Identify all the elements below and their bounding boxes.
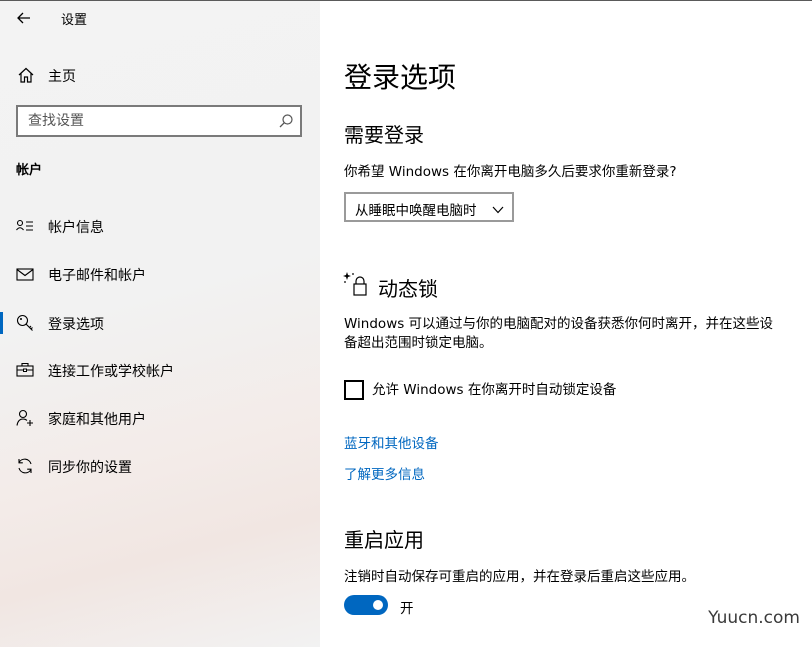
- sidebar-item-account-info[interactable]: 帐户信息: [0, 208, 320, 244]
- sidebar-home[interactable]: 主页: [0, 61, 320, 89]
- page-title: 登录选项: [344, 61, 457, 94]
- home-icon: [17, 66, 35, 88]
- restart-apps-heading: 重启应用: [344, 528, 424, 552]
- sidebar-item-label: 帐户信息: [48, 220, 104, 236]
- add-person-icon: [16, 409, 34, 427]
- sidebar-item-email-accounts[interactable]: 电子邮件和帐户: [0, 256, 320, 292]
- watermark: Yuucn.com: [708, 608, 800, 628]
- key-icon: [16, 314, 34, 332]
- account-info-icon: [16, 217, 34, 235]
- sidebar-item-family-users[interactable]: 家庭和其他用户: [0, 400, 320, 436]
- search-input[interactable]: [18, 107, 278, 135]
- sidebar-item-label: 家庭和其他用户: [48, 412, 146, 428]
- sidebar: 设置 主页 帐户 帐户信息: [0, 1, 320, 647]
- dynamic-lock-icon: [343, 271, 369, 301]
- toggle-knob: [373, 600, 383, 610]
- dynamic-lock-description-line2: 备超出范围时锁定电脑。: [344, 335, 493, 351]
- sidebar-item-label: 登录选项: [48, 317, 104, 333]
- require-signin-heading: 需要登录: [344, 123, 424, 147]
- app-title: 设置: [61, 13, 88, 28]
- sidebar-item-label: 连接工作或学校帐户: [48, 364, 174, 380]
- sidebar-item-label: 同步你的设置: [48, 460, 132, 476]
- dynamic-lock-checkbox[interactable]: [344, 380, 364, 400]
- chevron-down-icon: [492, 202, 504, 218]
- search-box[interactable]: [16, 105, 302, 137]
- sidebar-item-label: 电子邮件和帐户: [48, 268, 146, 284]
- selection-indicator: [0, 312, 3, 334]
- restart-apps-toggle[interactable]: [344, 595, 388, 615]
- sidebar-item-work-school[interactable]: 连接工作或学校帐户: [0, 352, 320, 388]
- sidebar-item-sync-settings[interactable]: 同步你的设置: [0, 448, 320, 484]
- dropdown-value: 从睡眠中唤醒电脑时: [355, 203, 477, 219]
- bluetooth-devices-link[interactable]: 蓝牙和其他设备: [344, 432, 439, 452]
- sidebar-home-label: 主页: [48, 69, 76, 85]
- back-button[interactable]: [10, 7, 38, 29]
- restart-apps-toggle-label: 开: [400, 601, 414, 617]
- restart-apps-description: 注销时自动保存可重启的应用，并在登录后重启这些应用。: [344, 569, 695, 585]
- dynamic-lock-description-line1: Windows 可以通过与你的电脑配对的设备获悉你何时离开，并在这些设: [344, 316, 774, 332]
- signin-timing-dropdown[interactable]: 从睡眠中唤醒电脑时: [344, 192, 514, 222]
- dynamic-lock-checkbox-label[interactable]: 允许 Windows 在你离开时自动锁定设备: [372, 381, 616, 400]
- main-content: 登录选项 需要登录 你希望 Windows 在你离开电脑多久后要求你重新登录? …: [320, 1, 812, 647]
- require-signin-question: 你希望 Windows 在你离开电脑多久后要求你重新登录?: [344, 164, 677, 180]
- learn-more-link[interactable]: 了解更多信息: [344, 463, 425, 483]
- mail-icon: [16, 265, 34, 283]
- section-title-accounts: 帐户: [16, 163, 43, 178]
- back-arrow-icon: [17, 12, 30, 24]
- sidebar-item-sign-in-options[interactable]: 登录选项: [0, 305, 320, 341]
- sync-icon: [16, 457, 34, 475]
- search-icon: [278, 113, 294, 133]
- briefcase-icon: [16, 361, 34, 379]
- dynamic-lock-heading: 动态锁: [378, 277, 438, 301]
